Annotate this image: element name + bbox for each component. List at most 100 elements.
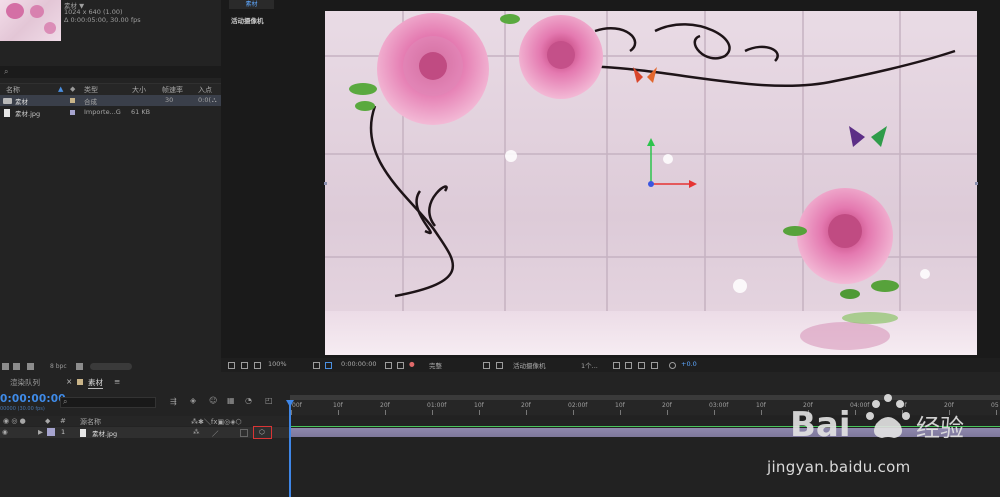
col-size[interactable]: 大小 bbox=[132, 85, 146, 95]
tab-render-queue[interactable]: 渲染队列 bbox=[10, 377, 40, 388]
close-icon[interactable]: × bbox=[66, 377, 72, 386]
always-preview-icon[interactable] bbox=[228, 362, 235, 369]
ruler-tick-label: 20f bbox=[521, 402, 531, 409]
draft-3d-icon[interactable]: ◈ bbox=[190, 396, 196, 405]
col-in[interactable]: 入点 bbox=[198, 85, 212, 95]
comp-resolution: 1024 x 640 (1.00) bbox=[64, 8, 123, 16]
ruler-tick-label: 10f bbox=[615, 402, 625, 409]
comp-thumbnail bbox=[0, 0, 61, 41]
leaf-reflection bbox=[842, 312, 898, 324]
ruler-tick-mark bbox=[526, 410, 527, 415]
layer-name[interactable]: 素材.jpg bbox=[92, 428, 117, 438]
resolution-dropdown[interactable]: 完整 bbox=[429, 360, 442, 370]
canvas-edge-handle[interactable] bbox=[324, 182, 327, 185]
new-folder-icon[interactable] bbox=[13, 363, 20, 370]
new-comp-icon[interactable] bbox=[27, 363, 34, 370]
views-dropdown[interactable]: 1个... bbox=[581, 360, 598, 370]
ruler-tick-label: 20f bbox=[380, 402, 390, 409]
channel-icon[interactable]: ● bbox=[409, 360, 415, 368]
ruler-tick-label: 10f bbox=[333, 402, 343, 409]
shy-switch-icon[interactable]: ⁂ bbox=[193, 428, 200, 436]
toggle-3d-icon[interactable] bbox=[625, 362, 632, 369]
ruler-tick-mark bbox=[573, 410, 574, 415]
show-snapshot-icon[interactable] bbox=[397, 362, 404, 369]
butterfly-green bbox=[849, 126, 887, 147]
rose-reflection bbox=[800, 322, 890, 350]
item-in: 0:0( bbox=[198, 96, 211, 104]
timeline-search-input[interactable]: ⌕ bbox=[60, 397, 156, 408]
expand-arrow-icon[interactable]: ▶ bbox=[38, 428, 43, 436]
layer-index: 1 bbox=[61, 428, 66, 436]
bpc-toggle[interactable]: 8 bpc bbox=[50, 363, 67, 370]
file-icon bbox=[80, 429, 86, 437]
av-features-icons: ◉ ◎ ● bbox=[3, 417, 26, 425]
comp-icon bbox=[3, 98, 12, 104]
axis-gizmo[interactable] bbox=[647, 138, 697, 188]
playhead-handle[interactable] bbox=[286, 400, 294, 407]
graph-editor-icon[interactable]: ◰ bbox=[265, 396, 273, 405]
playhead-line[interactable] bbox=[289, 400, 291, 497]
ruler-tick-mark bbox=[714, 410, 715, 415]
interpret-footage-icon[interactable] bbox=[2, 363, 9, 370]
file-icon bbox=[4, 109, 10, 117]
thumbnail-slider[interactable] bbox=[90, 363, 132, 370]
flowchart-icon[interactable]: ⛬ bbox=[212, 96, 217, 105]
timeline-fps: 00000 (30.00 fps) bbox=[0, 406, 45, 412]
ruler-tick-label: 02:00f bbox=[568, 402, 588, 409]
tab-comp[interactable]: 素材 bbox=[88, 377, 103, 389]
col-fps[interactable]: 帧速率 bbox=[162, 85, 183, 95]
fast-preview-icon[interactable] bbox=[483, 362, 490, 369]
snapshot-icon[interactable] bbox=[385, 362, 392, 369]
shy-layers-icon[interactable]: ☺ bbox=[209, 396, 217, 405]
mask-view-icon[interactable] bbox=[254, 362, 261, 369]
item-name: 素材.jpg bbox=[15, 110, 41, 118]
label-swatch[interactable] bbox=[70, 98, 75, 103]
label-tag-icon[interactable]: ◆ bbox=[70, 85, 75, 93]
ruler-tick-mark bbox=[996, 410, 997, 415]
visibility-icon[interactable]: ◉ bbox=[2, 428, 8, 436]
transparency-grid-icon[interactable] bbox=[496, 362, 503, 369]
safe-zones-icon[interactable] bbox=[313, 362, 320, 369]
layer-row[interactable]: ◉ ▶ 1 素材.jpg ⁂ ／ ⬡ bbox=[0, 427, 290, 438]
watermark-url: jingyan.baidu.com bbox=[767, 458, 911, 476]
project-item-footage[interactable]: 素材.jpg Importe...G 61 KB bbox=[0, 107, 221, 118]
project-item-comp[interactable]: 素材 合成 30 0:0( ⛬ bbox=[0, 95, 221, 106]
frame-blending-icon[interactable]: ▦ bbox=[227, 396, 235, 405]
flowchart-icon[interactable] bbox=[651, 362, 658, 369]
project-footer: 8 bpc bbox=[0, 361, 221, 372]
ruler-tick-mark bbox=[620, 410, 621, 415]
col-name[interactable]: 名称 bbox=[6, 85, 20, 95]
motion-blur-switch[interactable] bbox=[240, 429, 248, 437]
col-source-name[interactable]: 源名称 bbox=[80, 417, 101, 427]
exposure-value[interactable]: +0.0 bbox=[681, 360, 697, 368]
composition-canvas[interactable] bbox=[325, 11, 977, 355]
menu-icon[interactable]: ≡ bbox=[114, 377, 120, 386]
exposure-icon[interactable] bbox=[669, 362, 676, 369]
camera-dropdown[interactable]: 活动摄像机 bbox=[513, 360, 546, 370]
trash-icon[interactable] bbox=[76, 363, 83, 370]
timeline-timecode[interactable]: 0:00:00:00 bbox=[0, 393, 66, 405]
3d-switch-highlight bbox=[253, 426, 272, 439]
label-swatch[interactable] bbox=[70, 110, 75, 115]
monitor-icon[interactable] bbox=[241, 362, 248, 369]
col-type[interactable]: 类型 bbox=[84, 85, 98, 95]
search-icon: ⌕ bbox=[63, 397, 68, 406]
zoom-dropdown[interactable]: 100% bbox=[268, 360, 287, 368]
sort-arrow-icon[interactable]: ▲ bbox=[58, 85, 63, 93]
project-search-input[interactable] bbox=[0, 66, 221, 78]
layer-switch-icon[interactable] bbox=[638, 362, 645, 369]
layer-label-swatch[interactable] bbox=[47, 428, 55, 436]
motion-blur-icon[interactable]: ◔ bbox=[245, 396, 252, 405]
ruler-tick-label: 20f bbox=[662, 402, 672, 409]
svg-text:Bai: Bai bbox=[790, 405, 851, 445]
current-time[interactable]: 0:00:00:00 bbox=[341, 360, 377, 368]
comp-label-swatch bbox=[77, 379, 83, 385]
quality-switch-icon[interactable]: ／ bbox=[212, 428, 219, 438]
ruler-tick-mark bbox=[667, 410, 668, 415]
tab-composition[interactable]: 素材 bbox=[229, 0, 274, 9]
canvas-edge-handle[interactable] bbox=[975, 182, 978, 185]
comp-mini-flowchart-icon[interactable]: ⇶ bbox=[170, 397, 177, 406]
item-name: 素材 bbox=[15, 98, 28, 106]
region-of-interest-icon[interactable] bbox=[325, 362, 332, 369]
reset-exposure-icon[interactable] bbox=[613, 362, 620, 369]
